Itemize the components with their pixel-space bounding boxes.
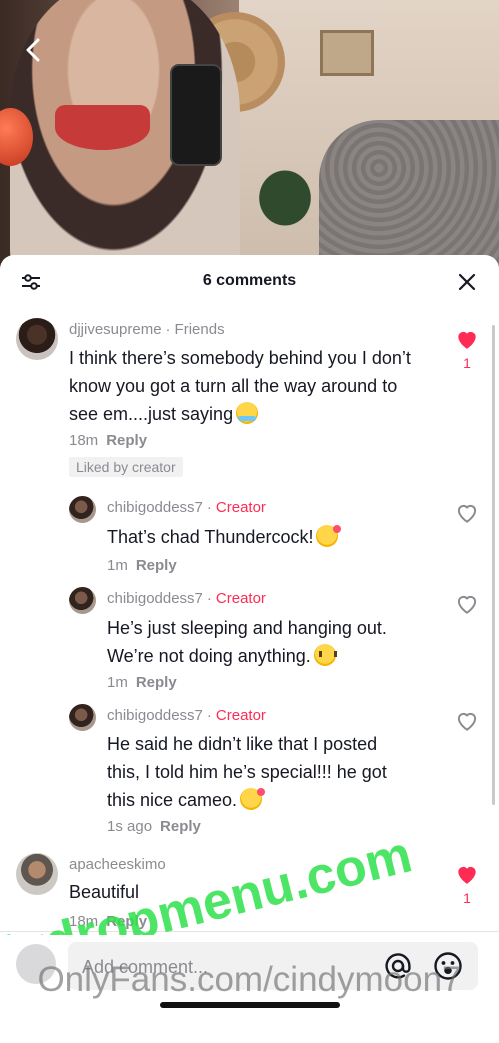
red-scarf [55,105,150,150]
friends-tag: Friends [174,321,225,338]
comments-header: 6 comments [0,255,499,307]
comment-time: 18m [69,432,99,449]
video-background [0,0,499,270]
close-icon[interactable] [457,272,477,292]
smiling-face-with-hearts-emoji-icon [240,788,266,810]
reply-button[interactable]: Reply [106,913,147,930]
heart-filled-icon[interactable] [454,861,480,887]
comment-meta: 18m Reply [69,913,147,930]
comment-username[interactable]: apacheeskimo [69,856,166,873]
watermark-onlyfans: OnlyFans.com/cindymoon7 [37,960,462,999]
reply-meta: 1s ago Reply [107,818,201,835]
home-indicator[interactable] [160,1002,340,1008]
back-arrow-icon[interactable] [20,36,48,64]
avatar[interactable] [69,496,96,523]
wall-picture-frame [320,30,374,76]
avatar[interactable] [16,853,58,895]
reply-button[interactable]: Reply [106,432,147,449]
reply-text: He’s just sleeping and hanging out. We’r… [107,618,387,666]
comment-count-title: 6 comments [202,272,297,289]
comment-username[interactable]: djjivesupreme · Friends [69,321,225,338]
heart-outline-icon[interactable] [454,591,480,617]
tears-of-joy-emoji-icon [236,402,259,424]
avatar[interactable] [69,587,96,614]
like-count: 1 [463,890,471,906]
plant [240,150,330,230]
heart-filled-icon[interactable] [454,326,480,352]
avatar[interactable] [69,704,96,731]
phone-in-hand [170,64,222,166]
heart-outline-icon[interactable] [454,500,480,526]
heart-outline-icon[interactable] [454,708,480,734]
reply-time: 1m [107,557,128,574]
reply-button[interactable]: Reply [136,557,177,574]
comment-text: I think there’s somebody behind you I do… [69,348,411,424]
liked-by-creator-badge: Liked by creator [69,457,183,477]
reply-time: 1m [107,674,128,691]
comment-time: 18m [69,913,99,930]
reply-time: 1s ago [107,818,153,835]
creator-tag: Creator [215,590,266,607]
creator-tag: Creator [215,707,266,724]
scrollbar[interactable] [492,325,495,805]
reply-meta: 1m Reply [107,557,177,574]
like-count: 1 [463,355,471,371]
pleading-face-emoji-icon [313,644,337,666]
comment-meta: 18m Reply [69,432,147,449]
avatar[interactable] [16,318,58,360]
reply-button[interactable]: Reply [160,818,201,835]
reply-meta: 1m Reply [107,674,177,691]
reply-text: That’s chad Thundercock! [107,523,437,551]
reply-username[interactable]: chibigoddess7 · Creator [107,499,266,516]
creator-tag: Creator [215,499,266,516]
comment-text: Beautiful [69,882,140,902]
reply-text: He said he didn’t like that I posted thi… [107,734,387,810]
smiling-face-with-hearts-emoji-icon [316,525,342,547]
reply-username[interactable]: chibigoddess7 · Creator [107,590,266,607]
reply-username[interactable]: chibigoddess7 · Creator [107,707,266,724]
headboard [319,120,499,270]
reply-button[interactable]: Reply [136,674,177,691]
comments-sheet: 6 comments djjivesupreme · Friends I think… [0,255,499,1043]
